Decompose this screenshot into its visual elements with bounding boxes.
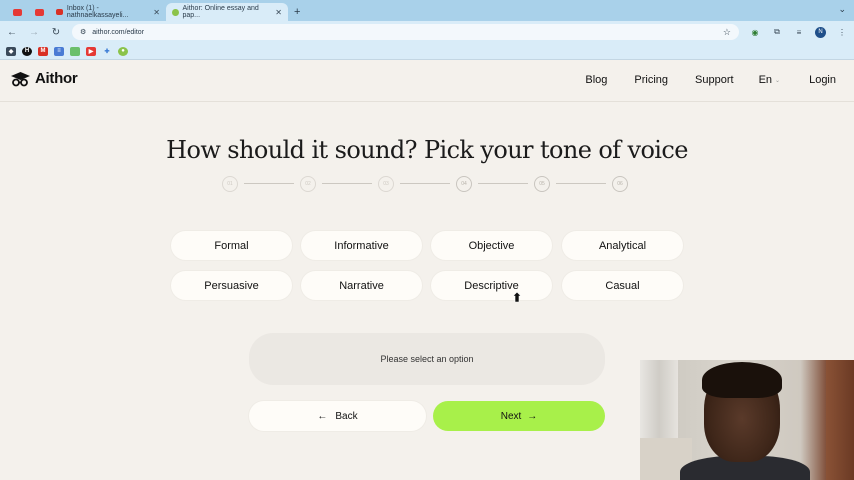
tab-youtube-2[interactable] <box>28 3 50 21</box>
bookmarks-bar: ◆ H M ≡ ▶ ✚ ● <box>0 43 854 60</box>
bookmark-icon[interactable]: H <box>22 46 32 56</box>
close-icon[interactable]: ✕ <box>275 8 282 17</box>
step-connector <box>478 183 528 184</box>
tab-gmail[interactable]: Inbox (1) - nathnaelkassayeli... ✕ <box>50 3 166 21</box>
nav-support[interactable]: Support <box>695 74 734 86</box>
back-arrow-icon[interactable]: ← <box>6 27 18 38</box>
option-informative[interactable]: Informative <box>301 231 422 260</box>
tab-aithor[interactable]: Aithor: Online essay and pap... ✕ <box>166 3 288 21</box>
nav-login[interactable]: Login <box>809 74 836 86</box>
logo-text: Aithor <box>35 70 78 87</box>
sheets-bookmark-icon[interactable] <box>70 46 80 56</box>
step-connector <box>322 183 372 184</box>
main-nav: Blog Pricing Support En ⌄ Login <box>585 74 836 86</box>
tab-label: Inbox (1) - nathnaelkassayeli... <box>66 5 129 19</box>
close-icon[interactable]: ✕ <box>153 8 160 17</box>
webcam-overlay <box>640 360 854 480</box>
profile-avatar[interactable]: N <box>815 26 826 38</box>
chevron-down-icon: ⌄ <box>775 77 781 84</box>
step-connector <box>556 183 606 184</box>
validation-message: Please select an option <box>249 333 605 385</box>
youtube-icon <box>34 8 44 16</box>
option-narrative[interactable]: Narrative <box>301 271 422 300</box>
tab-label: Aithor: Online essay and pap... <box>182 5 259 19</box>
option-analytical[interactable]: Analytical <box>562 231 683 260</box>
page-title: How should it sound? Pick your tone of v… <box>166 136 688 164</box>
option-descriptive[interactable]: Descriptive <box>431 271 552 300</box>
option-persuasive[interactable]: Persuasive <box>171 271 292 300</box>
address-bar[interactable]: ⚙ aithor.com/editor ☆ <box>72 24 739 40</box>
language-label: En <box>758 74 773 86</box>
gmail-icon <box>56 9 63 15</box>
step-04: 04 <box>456 176 472 192</box>
graduation-cap-icon <box>11 71 30 86</box>
arrow-right-icon: → <box>527 410 538 422</box>
youtube-bookmark-icon[interactable]: ▶ <box>86 46 96 56</box>
media-icon[interactable]: ≡ <box>793 28 805 37</box>
bookmark-icon[interactable]: ✚ <box>102 47 112 56</box>
option-casual[interactable]: Casual <box>562 271 683 300</box>
bookmark-icon[interactable]: ◆ <box>6 46 16 56</box>
step-06: 06 <box>612 176 628 192</box>
option-objective[interactable]: Objective <box>431 231 552 260</box>
next-button[interactable]: Next → <box>433 401 605 431</box>
bookmark-icon[interactable]: ● <box>118 46 128 56</box>
step-05: 05 <box>534 176 550 192</box>
mouse-cursor-icon <box>513 292 521 302</box>
aithor-logo[interactable]: Aithor <box>10 70 78 87</box>
option-formal[interactable]: Formal <box>171 231 292 260</box>
site-header: Aithor Blog Pricing Support En ⌄ Login <box>0 61 854 102</box>
arrow-left-icon: ← <box>317 410 328 422</box>
back-button[interactable]: ← Back <box>249 401 426 431</box>
url-text: aithor.com/editor <box>92 28 145 36</box>
browser-toolbar: ← → ↻ ⚙ aithor.com/editor ☆ ◉ ⧉ ≡ N ⋮ <box>0 21 854 43</box>
language-selector[interactable]: En ⌄ <box>759 74 781 86</box>
youtube-icon <box>12 8 22 16</box>
step-02: 02 <box>300 176 316 192</box>
menu-icon[interactable]: ⋮ <box>836 28 848 37</box>
gmail-bookmark-icon[interactable]: M <box>38 46 48 56</box>
browser-tab-bar: Inbox (1) - nathnaelkassayeli... ✕ Aitho… <box>0 0 854 21</box>
tab-youtube-1[interactable] <box>6 3 28 21</box>
aithor-favicon-icon <box>172 8 179 16</box>
nav-pricing[interactable]: Pricing <box>634 74 668 86</box>
nav-blog[interactable]: Blog <box>585 74 607 86</box>
docs-bookmark-icon[interactable]: ≡ <box>54 46 64 56</box>
step-connector <box>400 183 450 184</box>
step-indicator: 01 02 03 04 05 06 <box>222 176 632 192</box>
puzzle-icon[interactable]: ⧉ <box>771 27 783 37</box>
step-01: 01 <box>222 176 238 192</box>
bookmark-star-icon[interactable]: ☆ <box>723 27 731 38</box>
step-connector <box>244 183 294 184</box>
back-label: Back <box>335 410 358 422</box>
extension-icon[interactable]: ◉ <box>749 28 761 37</box>
forward-arrow-icon[interactable]: → <box>28 27 40 38</box>
next-label: Next <box>500 410 522 422</box>
reload-icon[interactable]: ↻ <box>50 27 62 38</box>
step-03: 03 <box>378 176 394 192</box>
site-info-icon[interactable]: ⚙ <box>80 28 86 36</box>
tab-search-icon[interactable]: ⌄ <box>838 4 846 15</box>
new-tab-button[interactable]: + <box>294 3 300 21</box>
